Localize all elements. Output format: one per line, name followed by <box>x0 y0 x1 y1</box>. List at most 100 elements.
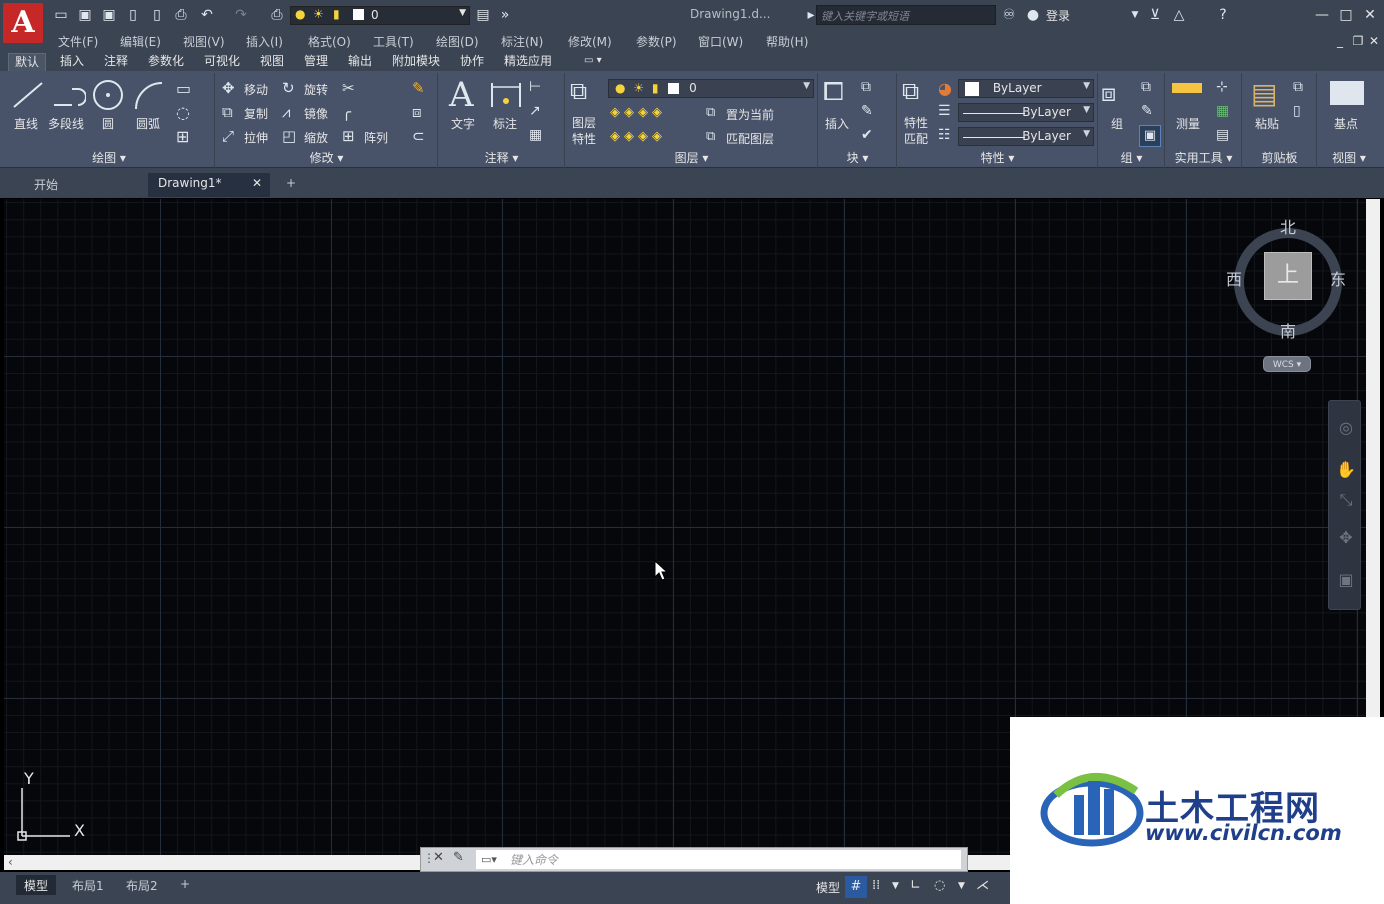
insert-button[interactable]: 插入 <box>825 115 849 132</box>
linear-dim-icon[interactable]: ⊢ <box>529 79 541 95</box>
edit-block-icon[interactable]: ✎ <box>861 103 873 119</box>
menu-tools[interactable]: 工具(T) <box>373 33 414 50</box>
chevron-down-icon[interactable]: ▼ <box>1126 6 1144 24</box>
workspace-icon[interactable]: ▤ <box>474 6 492 24</box>
a360-icon[interactable]: △ <box>1170 6 1188 24</box>
boundary-icon[interactable]: ⊞ <box>176 127 189 146</box>
compass-south[interactable]: 南 <box>1280 318 1296 342</box>
customize-icon[interactable]: ✎ <box>453 850 464 865</box>
rectangle-icon[interactable]: ▭ <box>176 79 191 98</box>
group-edit-icon[interactable]: ✎ <box>1141 103 1153 119</box>
menu-format[interactable]: 格式(O) <box>308 33 351 50</box>
stretch-button[interactable]: 拉伸 <box>244 129 268 146</box>
menu-file[interactable]: 文件(F) <box>58 33 98 50</box>
linetype-icon[interactable]: ☷ <box>938 127 951 143</box>
layout-tab-1[interactable]: 布局1 <box>64 875 112 895</box>
user-icon[interactable]: ● <box>1024 6 1042 24</box>
publish-icon[interactable]: ▯ <box>148 6 166 24</box>
tab-addins[interactable]: 附加模块 <box>386 53 446 71</box>
file-tab-start[interactable]: 开始 <box>24 173 142 197</box>
group-button[interactable]: 组 <box>1111 115 1123 132</box>
menu-edit[interactable]: 编辑(E) <box>120 33 161 50</box>
panel-view-label[interactable]: 视图 ▾ <box>1318 149 1380 166</box>
tab-collaborate[interactable]: 协作 <box>454 53 490 71</box>
linetype-dropdown[interactable]: ByLayer ▼ <box>958 103 1094 122</box>
measure-button[interactable]: 测量 <box>1176 115 1200 132</box>
trim-icon[interactable]: ✂ <box>342 79 355 97</box>
table-icon[interactable]: ▦ <box>529 127 542 143</box>
menu-window[interactable]: 窗口(W) <box>698 33 743 50</box>
menu-modify[interactable]: 修改(M) <box>568 33 612 50</box>
quick-layer-dropdown[interactable]: ● ☀ ▮ 0 ▼ <box>290 6 470 25</box>
login-link[interactable]: 登录 <box>1046 7 1070 24</box>
base-button[interactable]: 基点 <box>1334 115 1358 132</box>
leader-icon[interactable]: ↗ <box>529 103 541 119</box>
hatch-icon[interactable]: ◌ <box>176 103 190 122</box>
open-icon[interactable]: ▭ <box>52 6 70 24</box>
doc-close-button[interactable]: ✕ <box>1364 31 1384 51</box>
panel-layers-label[interactable]: 图层 ▾ <box>566 149 817 166</box>
doc-minimize-button[interactable]: _ <box>1330 31 1350 51</box>
panel-annotation-label[interactable]: 注释 ▾ <box>439 149 564 166</box>
layer-dropdown[interactable]: ● ☀ ▮ 0 ▼ <box>608 79 814 98</box>
menu-help[interactable]: 帮助(H) <box>766 33 808 50</box>
save-icon[interactable]: ▣ <box>76 6 94 24</box>
model-space-button[interactable]: 模型 <box>816 879 840 896</box>
layer-tools-row1-icon[interactable]: ◈◈◈◈ <box>610 105 666 120</box>
zoom-icon[interactable]: ⤡ <box>1335 489 1357 511</box>
ungroup-icon[interactable]: ⧉ <box>1141 79 1151 95</box>
fillet-icon[interactable]: ╭ <box>342 103 351 121</box>
wcs-menu[interactable]: WCS ▾ <box>1263 356 1311 372</box>
menu-dimension[interactable]: 标注(N) <box>501 33 543 50</box>
lineweight-dropdown[interactable]: ByLayer ▼ <box>958 127 1094 146</box>
lineweight-icon[interactable]: ☰ <box>938 103 951 119</box>
color-dropdown[interactable]: ByLayer ▼ <box>958 79 1094 98</box>
paste-button[interactable]: 粘贴 <box>1255 115 1279 132</box>
layer-properties-button[interactable]: 图层 特性 <box>572 115 596 147</box>
text-button[interactable]: 文字 <box>451 115 475 132</box>
binoculars-icon[interactable]: ♾ <box>1000 6 1018 24</box>
id-point-icon[interactable]: ⊹ <box>1216 79 1228 95</box>
tab-insert[interactable]: 插入 <box>54 53 90 71</box>
tab-visualize[interactable]: 可视化 <box>198 53 246 71</box>
save-as-icon[interactable]: ▣ <box>100 6 118 24</box>
isodraft-icon[interactable]: ⋌ <box>976 878 989 893</box>
offset-icon[interactable]: ⊂ <box>412 127 425 145</box>
redo-icon[interactable]: ↷ <box>232 6 250 24</box>
close-icon[interactable]: ✕ <box>252 176 262 190</box>
add-layout-button[interactable]: + <box>172 875 198 895</box>
undo-icon[interactable]: ↶ <box>198 6 216 24</box>
copy-button[interactable]: 复制 <box>244 105 268 122</box>
menu-parametric[interactable]: 参数(P) <box>636 33 677 50</box>
steering-wheel-icon[interactable]: ◎ <box>1335 417 1357 439</box>
tab-parametric[interactable]: 参数化 <box>142 53 190 71</box>
compass-east[interactable]: 东 <box>1330 266 1346 290</box>
chevron-down-icon[interactable]: ▼ <box>892 881 899 891</box>
search-input[interactable]: 键入关键字或短语 <box>816 5 996 25</box>
array-button[interactable]: 阵列 <box>364 129 388 146</box>
close-button[interactable]: ✕ <box>1360 5 1380 25</box>
plot-2-icon[interactable]: ⎙ <box>268 6 286 24</box>
mirror-button[interactable]: 镜像 <box>304 105 328 122</box>
polyline-button[interactable]: 多段线 <box>48 115 84 132</box>
select-all-icon[interactable]: ▦ <box>1216 103 1229 119</box>
application-menu-button[interactable]: A <box>3 3 43 43</box>
plot-icon[interactable]: ⎙ <box>172 6 190 24</box>
scroll-left-icon[interactable]: ‹ <box>8 855 13 869</box>
panel-draw-label[interactable]: 绘图 ▾ <box>4 149 214 166</box>
layout-tab-model[interactable]: 模型 <box>16 875 57 895</box>
panel-properties-label[interactable]: 特性 ▾ <box>898 149 1097 166</box>
menu-insert[interactable]: 插入(I) <box>246 33 283 50</box>
tab-view[interactable]: 视图 <box>254 53 290 71</box>
chevron-down-icon[interactable]: ▼ <box>958 881 965 891</box>
match-layer-button[interactable]: 匹配图层 <box>726 130 774 147</box>
tab-default[interactable]: 默认 <box>8 53 47 71</box>
cut-icon[interactable]: ▯ <box>1293 103 1301 119</box>
panel-groups-label[interactable]: 组 ▾ <box>1099 149 1164 166</box>
grid-icon[interactable]: # <box>845 876 867 898</box>
minimize-button[interactable]: — <box>1312 5 1332 25</box>
ribbon-toggle-icon[interactable]: ▭ ▾ <box>578 53 608 71</box>
snap-icon[interactable]: ⁞⁞ <box>872 878 880 893</box>
orbit-icon[interactable]: ✥ <box>1335 527 1357 549</box>
new-icon[interactable]: ▯ <box>124 6 142 24</box>
